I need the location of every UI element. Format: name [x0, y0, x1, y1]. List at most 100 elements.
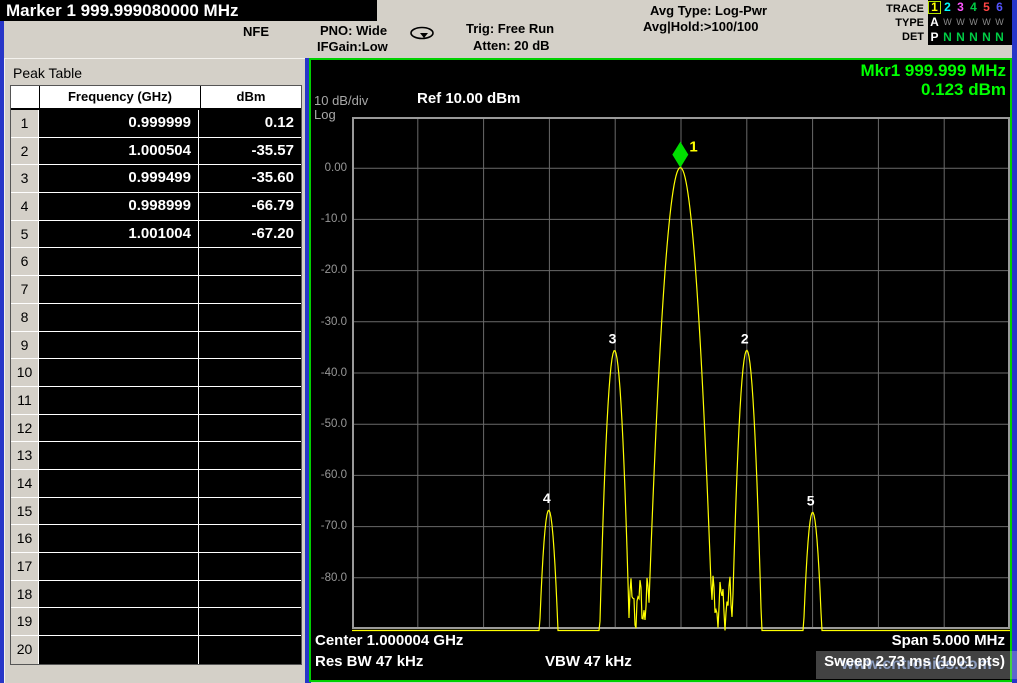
trace-2-det-indicator[interactable]: N — [941, 31, 954, 44]
trace-1-type-indicator[interactable]: A — [928, 16, 941, 29]
trace-3-num-indicator[interactable]: 3 — [954, 1, 967, 14]
trace-5-type-indicator[interactable]: W — [980, 16, 993, 29]
y-axis-label--10.0: -10.0 — [315, 213, 347, 225]
trace-1-det-indicator[interactable]: P — [928, 31, 941, 44]
row-frequency: 0.999499 — [39, 165, 199, 192]
marker-1-label[interactable]: 1 — [689, 139, 697, 156]
trace-4-num-indicator[interactable]: 4 — [967, 1, 980, 14]
span-label: Span 5.000 MHz — [892, 632, 1005, 649]
peak-table-row-13[interactable]: 13 — [11, 442, 301, 470]
peak-table-row-5[interactable]: 51.001004-67.20 — [11, 221, 301, 249]
trace-3-type-indicator[interactable]: W — [954, 16, 967, 29]
y-axis-label-0.00: 0.00 — [315, 162, 347, 174]
row-frequency — [39, 442, 199, 469]
peak-table-row-9[interactable]: 9 — [11, 332, 301, 360]
marker-1-diamond[interactable] — [672, 142, 688, 168]
center-freq-label: Center 1.000004 GHz — [315, 632, 463, 649]
marker-readout: Mkr1 999.999 MHz 0.123 dBm — [860, 61, 1006, 99]
row-dbm: 0.12 — [199, 110, 301, 137]
trace-2-num-indicator[interactable]: 2 — [941, 1, 954, 14]
peak-table-row-16[interactable]: 16 — [11, 525, 301, 553]
peak-table-row-1[interactable]: 10.9999990.12 — [11, 110, 301, 138]
trace-3-det-indicator[interactable]: N — [954, 31, 967, 44]
row-frequency — [39, 470, 199, 497]
peak-table-row-3[interactable]: 30.999499-35.60 — [11, 165, 301, 193]
peak-table-row-15[interactable]: 15 — [11, 498, 301, 526]
spectrum-panel: Mkr1 999.999 MHz 0.123 dBm 10 dB/div Log… — [309, 58, 1012, 682]
peak-table-row-8[interactable]: 8 — [11, 304, 301, 332]
peak-table-header: Frequency (GHz) dBm — [11, 86, 301, 110]
frame-strip-right — [1012, 0, 1017, 683]
trace-1-num-indicator[interactable]: 1 — [928, 1, 941, 14]
marker-2-label[interactable]: 2 — [741, 330, 749, 346]
peak-table-row-14[interactable]: 14 — [11, 470, 301, 498]
peak-table-row-10[interactable]: 10 — [11, 359, 301, 387]
trace-4-type-indicator[interactable]: W — [967, 16, 980, 29]
ref-level-label: Ref 10.00 dBm — [417, 90, 520, 107]
trace-row-label: TRACE — [868, 3, 924, 15]
y-axis-label--70.0: -70.0 — [315, 520, 347, 532]
trace-4-det-indicator[interactable]: N — [967, 31, 980, 44]
row-number: 9 — [11, 332, 39, 359]
avg-hold-indicator: Avg|Hold:>100/100 — [643, 19, 759, 34]
trace-2-type-indicator[interactable]: W — [941, 16, 954, 29]
row-number: 3 — [11, 165, 39, 192]
row-number: 1 — [11, 110, 39, 137]
spectrum-plot[interactable]: 1 2 3 4 5 — [352, 117, 1010, 633]
marker-3-label[interactable]: 3 — [609, 330, 617, 346]
peak-table: Frequency (GHz) dBm 10.9999990.1221.0005… — [10, 85, 302, 665]
row-dbm: -66.79 — [199, 193, 301, 220]
peak-table-row-18[interactable]: 18 — [11, 581, 301, 609]
row-frequency — [39, 248, 199, 275]
res-bw-label: Res BW 47 kHz — [315, 653, 423, 670]
row-number: 15 — [11, 498, 39, 525]
trace-5-det-indicator[interactable]: N — [980, 31, 993, 44]
trace-6-num-indicator[interactable]: 6 — [993, 1, 1006, 14]
peak-table-row-19[interactable]: 19 — [11, 608, 301, 636]
row-dbm — [199, 608, 301, 635]
row-frequency — [39, 525, 199, 552]
peak-table-row-2[interactable]: 21.000504-35.57 — [11, 138, 301, 166]
row-frequency — [39, 608, 199, 635]
continuous-sweep-icon[interactable] — [408, 26, 436, 46]
sweep-label: Sweep 2.73 ms (1001 pts) — [824, 653, 1005, 670]
trace-detectors-row: PNNNNN — [928, 30, 1012, 45]
peak-table-row-4[interactable]: 40.998999-66.79 — [11, 193, 301, 221]
trace-types-row: AWWWWW — [928, 15, 1012, 30]
row-frequency — [39, 581, 199, 608]
marker-4-label[interactable]: 4 — [543, 490, 551, 506]
trace-6-type-indicator[interactable]: W — [993, 16, 1006, 29]
peak-table-window: Peak Table Frequency (GHz) dBm 10.999999… — [4, 58, 305, 683]
row-frequency — [39, 387, 199, 414]
row-dbm — [199, 553, 301, 580]
peak-table-row-11[interactable]: 11 — [11, 387, 301, 415]
atten-indicator: Atten: 20 dB — [473, 38, 550, 53]
trace-numbers-row: 123456 — [928, 0, 1012, 15]
row-number: 4 — [11, 193, 39, 220]
peak-table-row-6[interactable]: 6 — [11, 248, 301, 276]
row-number: 13 — [11, 442, 39, 469]
pno-indicator: PNO: Wide — [320, 23, 387, 38]
trace-status-box: 123456 AWWWWW PNNNNN — [928, 0, 1012, 45]
y-axis-label--30.0: -30.0 — [315, 316, 347, 328]
row-dbm — [199, 470, 301, 497]
trace-5-num-indicator[interactable]: 5 — [980, 1, 993, 14]
peak-table-row-17[interactable]: 17 — [11, 553, 301, 581]
analyzer-screen: Marker 1 999.999080000 MHz NFE PNO: Wide… — [0, 0, 1017, 683]
peak-table-row-20[interactable]: 20 — [11, 636, 301, 664]
row-number: 12 — [11, 415, 39, 442]
header-dbm: dBm — [201, 86, 301, 108]
row-number: 10 — [11, 359, 39, 386]
header-row-number — [11, 86, 39, 108]
row-dbm — [199, 304, 301, 331]
peak-table-row-12[interactable]: 12 — [11, 415, 301, 443]
trace-6-det-indicator[interactable]: N — [993, 31, 1006, 44]
marker-5-label[interactable]: 5 — [807, 492, 815, 508]
row-dbm: -67.20 — [199, 221, 301, 248]
header-frequency: Frequency (GHz) — [39, 86, 201, 108]
peak-table-row-7[interactable]: 7 — [11, 276, 301, 304]
row-frequency — [39, 276, 199, 303]
row-number: 14 — [11, 470, 39, 497]
row-dbm — [199, 332, 301, 359]
y-axis-label--20.0: -20.0 — [315, 264, 347, 276]
